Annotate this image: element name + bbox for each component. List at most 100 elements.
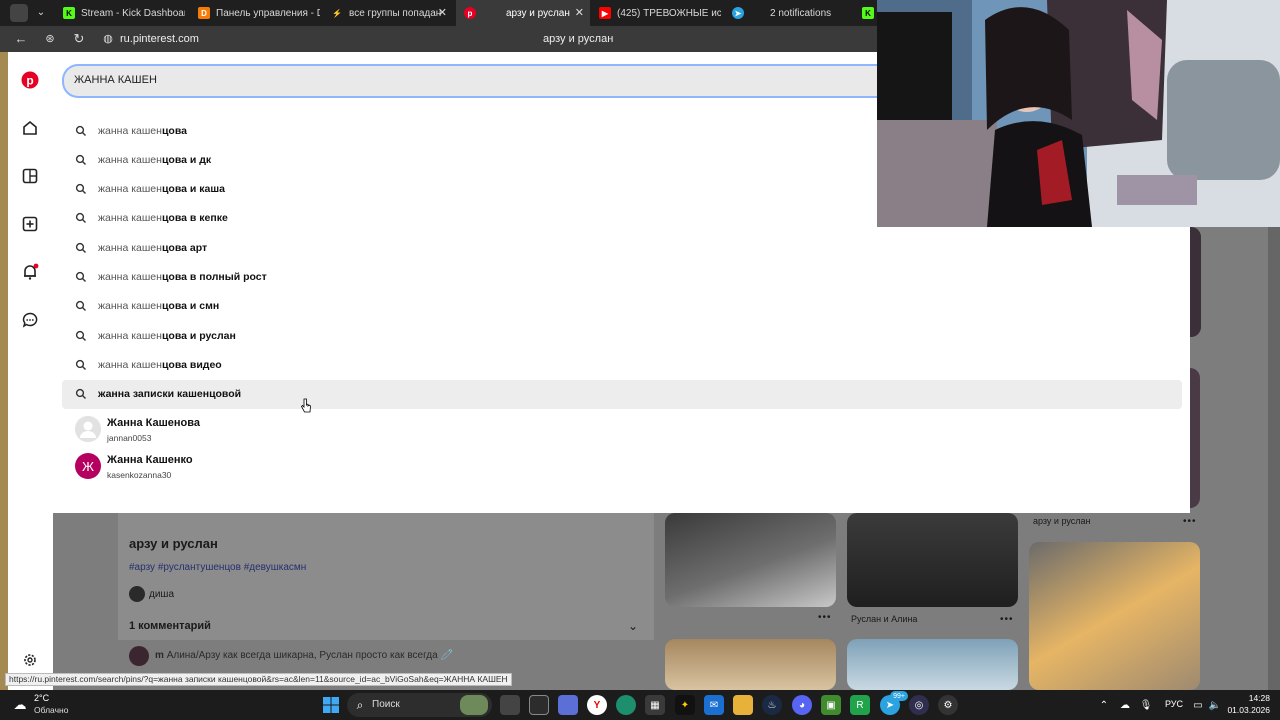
page-scrollbar[interactable]: [1268, 227, 1280, 690]
home-icon[interactable]: [20, 118, 40, 138]
reload-icon[interactable]: ↻: [70, 30, 88, 48]
related-pin-thumb[interactable]: [1029, 542, 1200, 690]
language-indicator[interactable]: РУС: [1165, 699, 1183, 709]
weather-temperature[interactable]: 2°C: [34, 693, 49, 703]
search-suggestion[interactable]: жанна кашенцова и руслан: [62, 322, 1182, 351]
tab-label: Панель управления - Don: [216, 7, 320, 19]
weather-icon[interactable]: ☁: [10, 695, 30, 715]
webcam-feed: [877, 0, 1280, 227]
windows-start-icon[interactable]: [321, 695, 341, 715]
app-icon[interactable]: ✦: [675, 695, 695, 715]
related-pin-thumb[interactable]: [847, 513, 1018, 607]
tab-pinterest[interactable]: p арзу и руслан ✕: [456, 0, 590, 26]
app-icon[interactable]: R: [850, 695, 870, 715]
site-info-icon[interactable]: ◍: [99, 30, 117, 48]
suggestion-prefix: жанна кашен: [98, 300, 162, 312]
tab-label: все группы попадан: [349, 7, 442, 19]
settings-gear-icon[interactable]: [20, 650, 40, 670]
pin-author-name[interactable]: диша: [149, 589, 174, 600]
related-pin-label[interactable]: арзу и руслан: [1033, 516, 1091, 526]
back-icon[interactable]: ←: [12, 30, 30, 48]
search-suggestion[interactable]: жанна кашенцова и смн: [62, 292, 1182, 321]
search-suggestion[interactable]: жанна кашенцова в полный рост: [62, 263, 1182, 292]
comment-text: Алина/Арзу как всегда шикарна, Руслан пр…: [166, 650, 453, 661]
obs-icon[interactable]: ◎: [909, 695, 929, 715]
related-pin-thumb[interactable]: [847, 639, 1018, 690]
tab-telegram[interactable]: ➤ 2 notifications: [724, 0, 854, 26]
suggestion-prefix: жанна кашен: [98, 154, 162, 166]
cloud-icon[interactable]: ☁: [1115, 695, 1135, 715]
discord-icon[interactable]: ◕: [792, 695, 812, 715]
tab-close-icon[interactable]: ✕: [575, 6, 584, 19]
suggestion-completion: цова и дк: [161, 154, 212, 166]
avatar: Ж: [75, 453, 101, 479]
tab-kick-2[interactable]: K: [858, 0, 878, 26]
suggestion-completion: цова и смн: [161, 300, 220, 312]
explore-icon[interactable]: [20, 166, 40, 186]
tab-close-icon[interactable]: ✕: [438, 6, 447, 19]
search-suggestion[interactable]: жанна записки кашенцовой: [62, 380, 1182, 409]
tab-label: Stream - Kick Dashboard: [81, 7, 185, 19]
suggestion-prefix: жанна кашен: [98, 359, 162, 371]
chevron-down-icon[interactable]: ⌄: [628, 619, 638, 633]
pinterest-logo-icon[interactable]: p: [20, 70, 40, 90]
tab-kick[interactable]: K Stream - Kick Dashboard: [55, 0, 185, 26]
mail-icon[interactable]: ✉: [704, 695, 724, 715]
calculator-icon[interactable]: ▦: [645, 695, 665, 715]
app-icon[interactable]: [529, 695, 549, 715]
yandex-icon: ⚡: [332, 8, 342, 18]
clock-time[interactable]: 14:28: [1232, 693, 1270, 703]
more-options-icon[interactable]: •••: [818, 612, 832, 623]
suggestion-prefix: жанна кашен: [98, 183, 162, 195]
address-bar-url[interactable]: ru.pinterest.com: [120, 33, 199, 45]
task-view-icon[interactable]: [500, 695, 520, 715]
search-suggestion[interactable]: жанна кашенцова видео: [62, 351, 1182, 380]
search-icon: [75, 125, 86, 136]
app-icon[interactable]: ⚙: [938, 695, 958, 715]
search-icon: [75, 183, 86, 194]
telegram-icon: ➤: [732, 7, 744, 19]
related-pin-thumb[interactable]: [665, 639, 836, 690]
avatar: [129, 646, 149, 666]
chevron-up-icon[interactable]: ⌃: [1094, 695, 1114, 715]
notifications-bell-icon[interactable]: [20, 262, 40, 282]
messages-icon[interactable]: [20, 310, 40, 330]
more-options-icon[interactable]: •••: [1000, 614, 1014, 625]
store-icon[interactable]: [558, 695, 578, 715]
comments-header[interactable]: 1 комментарий: [129, 620, 211, 632]
yandex-browser-icon[interactable]: Y: [587, 695, 607, 715]
tabs-dropdown-icon[interactable]: ⌄: [32, 4, 50, 22]
tab-donation[interactable]: D Панель управления - Don: [190, 0, 320, 26]
clock-date[interactable]: 01.03.2026: [1222, 705, 1270, 715]
create-icon[interactable]: [20, 214, 40, 234]
related-pin-thumb[interactable]: [665, 513, 836, 607]
search-highlight-icon[interactable]: [460, 695, 488, 715]
privacy-shield-icon[interactable]: ⊛: [41, 30, 59, 48]
browser-menu-icon[interactable]: [10, 4, 28, 22]
search-input-value[interactable]: ЖАННА КАШЕН: [74, 74, 157, 86]
pin-hashtags[interactable]: #арзу #руслантушенцов #девушкасмн: [129, 562, 306, 573]
comment: m Алина/Арзу как всегда шикарна, Руслан …: [155, 650, 453, 661]
minecraft-icon[interactable]: ▣: [821, 695, 841, 715]
weather-description[interactable]: Облачно: [34, 705, 68, 715]
related-pin-label[interactable]: Руслан и Алина: [851, 614, 917, 624]
suggestion-text: жанна кашенцова в полный рост: [98, 271, 267, 283]
microphone-icon[interactable]: 🎙: [1136, 695, 1156, 715]
taskbar-search-label: Поиск: [372, 699, 400, 710]
avatar[interactable]: [129, 586, 145, 602]
search-icon: [75, 271, 86, 282]
suggestion-prefix: жанна кашен: [98, 271, 162, 283]
edge-icon[interactable]: [616, 695, 636, 715]
suggestion-completion: цова: [161, 125, 187, 137]
search-suggestion[interactable]: жанна кашенцова арт: [62, 234, 1182, 263]
user-handle: kasenkozanna30: [107, 470, 172, 480]
file-explorer-icon[interactable]: [733, 695, 753, 715]
search-input[interactable]: [62, 64, 902, 98]
suggestion-prefix: жанна кашен: [98, 330, 162, 342]
search-icon: [75, 154, 86, 165]
tab-youtube[interactable]: ▶ (425) ТРЕВОЖНЫЕ истор: [591, 0, 721, 26]
tab-yandex[interactable]: ⚡ все группы попадан ✕: [323, 0, 453, 26]
search-icon: [75, 242, 86, 253]
more-options-icon[interactable]: •••: [1183, 516, 1197, 527]
steam-icon[interactable]: ♨: [762, 695, 782, 715]
